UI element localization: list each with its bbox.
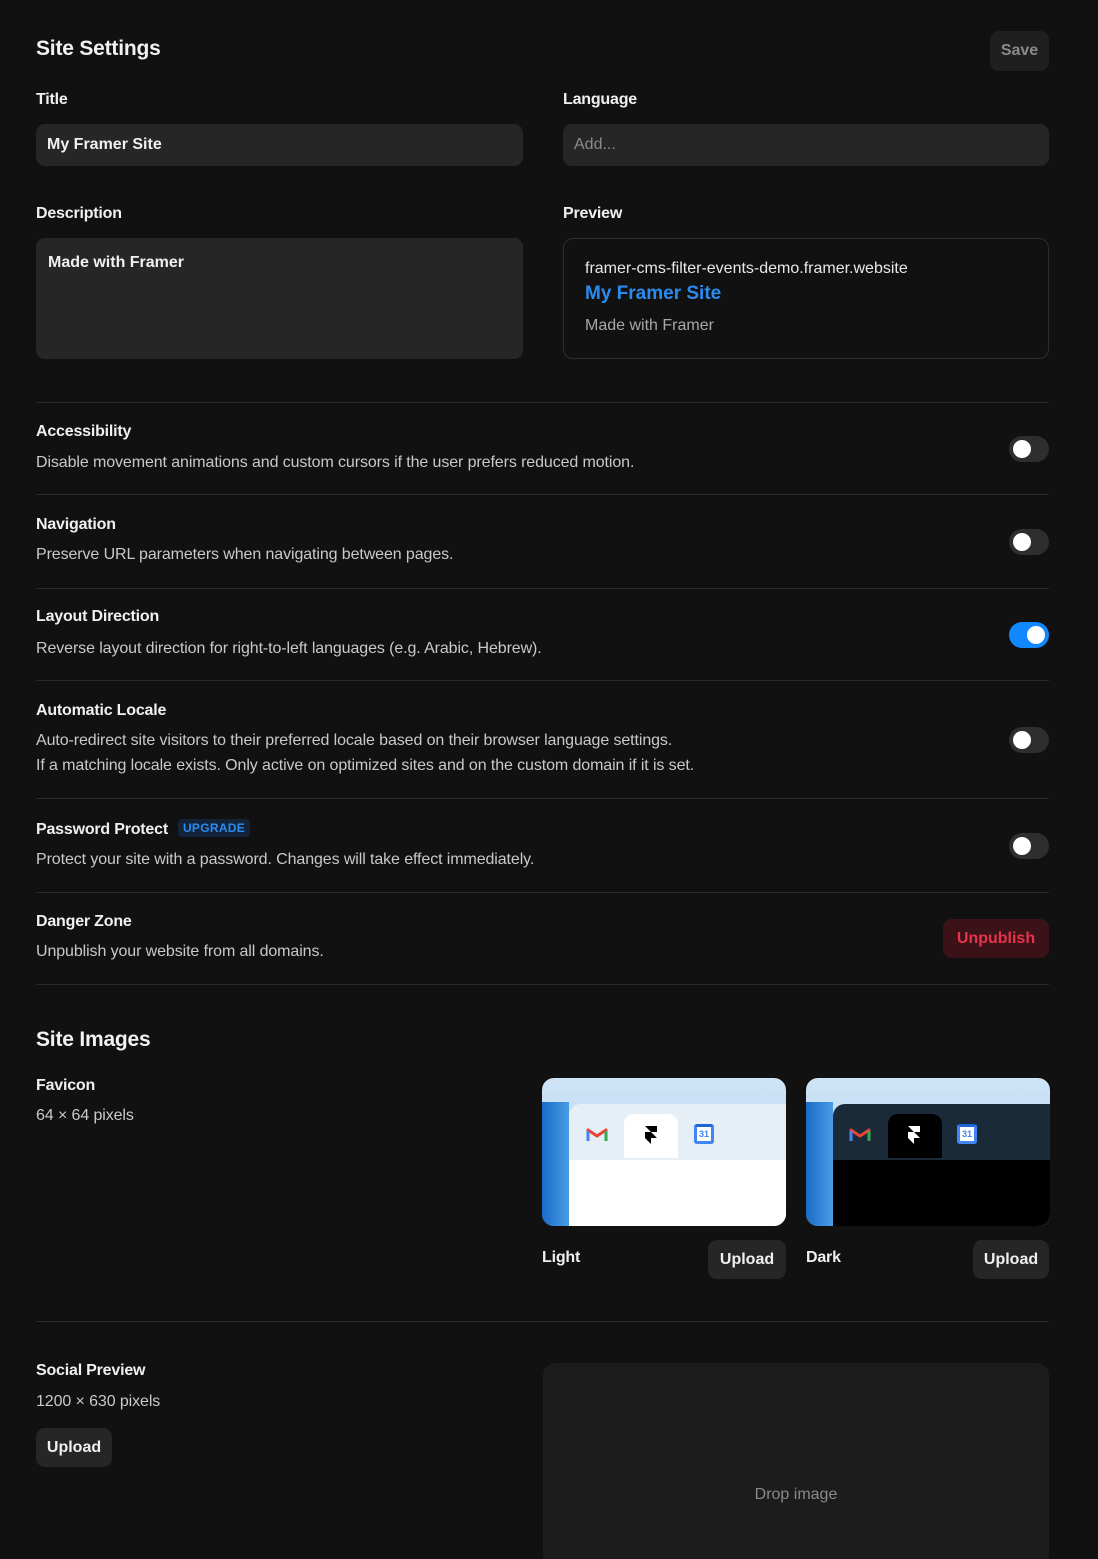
toggle-knob: [1027, 626, 1045, 644]
divider: [36, 984, 1049, 985]
calendar-icon: 31: [694, 1124, 714, 1144]
save-button[interactable]: Save: [990, 31, 1049, 71]
accessibility-toggle[interactable]: [1009, 436, 1049, 462]
description-textarea[interactable]: Made with Framer: [36, 238, 523, 359]
language-input[interactable]: [563, 124, 1049, 166]
danger-zone-desc: Unpublish your website from all domains.: [36, 943, 324, 960]
unpublish-button[interactable]: Unpublish: [943, 919, 1049, 958]
site-images-title: Site Images: [36, 1028, 151, 1051]
search-preview-card: framer-cms-filter-events-demo.framer.web…: [563, 238, 1049, 359]
framer-icon: [645, 1126, 657, 1144]
toggle-knob: [1013, 837, 1031, 855]
setting-navigation-title: Navigation: [36, 516, 116, 533]
divider: [36, 494, 1049, 495]
danger-zone-title: Danger Zone: [36, 913, 132, 930]
gmail-icon: [849, 1128, 871, 1141]
toggle-knob: [1013, 440, 1031, 458]
divider: [36, 680, 1049, 681]
setting-navigation-desc: Preserve URL parameters when navigating …: [36, 546, 454, 563]
browser-edge: [806, 1102, 833, 1226]
description-label: Description: [36, 205, 122, 222]
toggle-knob: [1013, 533, 1031, 551]
preview-url: framer-cms-filter-events-demo.framer.web…: [585, 260, 908, 277]
toggle-knob: [1013, 731, 1031, 749]
divider: [36, 402, 1049, 403]
favicon-light-label: Light: [542, 1249, 581, 1266]
browser-body: [833, 1160, 1050, 1226]
upload-light-favicon-button[interactable]: Upload: [708, 1240, 786, 1279]
setting-automatic-locale-title: Automatic Locale: [36, 702, 167, 719]
password-protect-label: Password Protect: [36, 821, 168, 838]
divider: [36, 798, 1049, 799]
setting-automatic-locale-desc-2: If a matching locale exists. Only active…: [36, 757, 695, 774]
favicon-dark-label: Dark: [806, 1249, 841, 1266]
favicon-dark-preview: 31: [806, 1078, 1050, 1226]
preview-title: My Framer Site: [585, 283, 722, 304]
layout-direction-toggle[interactable]: [1009, 622, 1049, 648]
page-title: Site Settings: [36, 37, 161, 60]
navigation-toggle[interactable]: [1009, 529, 1049, 555]
divider: [36, 588, 1049, 589]
calendar-icon: 31: [957, 1124, 977, 1144]
divider: [36, 1321, 1049, 1322]
language-label: Language: [563, 91, 637, 108]
setting-layout-direction-title: Layout Direction: [36, 608, 160, 625]
preview-description: Made with Framer: [585, 317, 714, 334]
title-input[interactable]: [36, 124, 523, 166]
site-settings-page: Site Settings Save Title Language Descri…: [0, 0, 1098, 1559]
social-preview-size: 1200 × 630 pixels: [36, 1393, 161, 1410]
upgrade-badge[interactable]: UPGRADE: [177, 819, 251, 837]
favicon-label: Favicon: [36, 1077, 96, 1094]
favicon-light-preview: 31: [542, 1078, 786, 1226]
setting-accessibility-desc: Disable movement animations and custom c…: [36, 454, 635, 471]
social-preview-label: Social Preview: [36, 1362, 146, 1379]
favicon-size: 64 × 64 pixels: [36, 1107, 134, 1124]
gmail-icon: [586, 1128, 608, 1141]
drop-image-text: Drop image: [754, 1486, 838, 1503]
setting-password-protect-desc: Protect your site with a password. Chang…: [36, 851, 535, 868]
browser-edge: [542, 1102, 569, 1226]
setting-password-protect-title: Password Protect UPGRADE: [36, 819, 251, 839]
upload-social-preview-button[interactable]: Upload: [36, 1428, 112, 1467]
automatic-locale-toggle[interactable]: [1009, 727, 1049, 753]
setting-layout-direction-desc: Reverse layout direction for right-to-le…: [36, 640, 542, 657]
setting-automatic-locale-desc-1: Auto-redirect site visitors to their pre…: [36, 732, 673, 749]
setting-accessibility-title: Accessibility: [36, 423, 132, 440]
browser-body: [569, 1160, 786, 1226]
social-preview-dropzone[interactable]: Drop image: [543, 1363, 1049, 1559]
password-protect-toggle[interactable]: [1009, 833, 1049, 859]
framer-icon: [908, 1126, 920, 1144]
preview-label: Preview: [563, 205, 623, 222]
divider: [36, 892, 1049, 893]
upload-dark-favicon-button[interactable]: Upload: [973, 1240, 1049, 1279]
title-label: Title: [36, 91, 68, 108]
